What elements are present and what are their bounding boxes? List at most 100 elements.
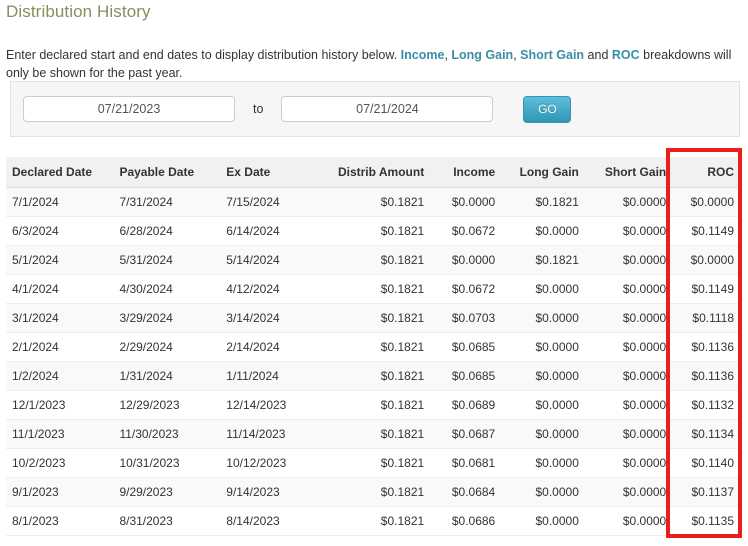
to-label: to <box>253 102 264 116</box>
table-head: Declared Date Payable Date Ex Date Distrib … <box>6 157 742 188</box>
cell-declared-date: 9/1/2023 <box>6 477 114 507</box>
cell-ex-date: 4/12/2024 <box>220 274 325 304</box>
table-row: 5/1/2024 5/31/2024 5/14/2024 $0.1821 $0.0000… <box>6 245 742 275</box>
cell-long-gain: $0.0000 <box>503 477 587 507</box>
page-title: Distribution History <box>6 2 151 21</box>
cell-long-gain: $0.1821 <box>503 245 587 275</box>
cell-long-gain: $0.0000 <box>503 506 587 536</box>
end-date-input[interactable] <box>281 96 494 122</box>
cell-declared-date: 10/2/2023 <box>6 448 114 478</box>
cell-short-gain: $0.0000 <box>586 216 675 246</box>
cell-declared-date: 11/1/2023 <box>6 419 114 449</box>
cell-income: $0.0689 <box>432 390 504 420</box>
table-row: 6/3/2024 6/28/2024 6/14/2024 $0.1821 $0.0672… <box>6 216 742 246</box>
cell-income: $0.0685 <box>432 332 504 362</box>
cell-payable-date: 10/31/2023 <box>113 448 221 478</box>
column-header-short-gain: Short Gain <box>586 157 675 188</box>
cell-long-gain: $0.0000 <box>503 303 587 333</box>
column-header-payable-date: Payable Date <box>113 157 221 188</box>
cell-short-gain: $0.0000 <box>586 361 675 391</box>
table-row: 2/1/2024 2/29/2024 2/14/2024 $0.1821 $0.0685… <box>6 332 742 362</box>
cell-payable-date: 2/29/2024 <box>113 332 221 362</box>
link-short-gain[interactable]: Short Gain <box>520 48 584 62</box>
cell-long-gain: $0.0000 <box>503 274 587 304</box>
cell-distrib-amount: $0.1821 <box>324 506 433 536</box>
distribution-table-container: Declared Date Payable Date Ex Date Distrib … <box>6 157 742 536</box>
cell-short-gain: $0.0000 <box>586 187 675 217</box>
distribution-history-page: Distribution History Enter declared star… <box>0 0 748 546</box>
cell-declared-date: 5/1/2024 <box>6 245 114 275</box>
cell-payable-date: 3/29/2024 <box>113 303 221 333</box>
cell-distrib-amount: $0.1821 <box>324 419 433 449</box>
cell-distrib-amount: $0.1821 <box>324 245 433 275</box>
table-row: 3/1/2024 3/29/2024 3/14/2024 $0.1821 $0.0703… <box>6 303 742 333</box>
intro-text-before: Enter declared start and end dates to di… <box>6 47 401 62</box>
cell-short-gain: $0.0000 <box>586 303 675 333</box>
cell-payable-date: 5/31/2024 <box>113 245 221 275</box>
cell-ex-date: 5/14/2024 <box>220 245 325 275</box>
link-long-gain[interactable]: Long Gain <box>451 48 513 62</box>
cell-payable-date: 1/31/2024 <box>113 361 221 391</box>
cell-long-gain: $0.0000 <box>503 390 587 420</box>
cell-short-gain: $0.0000 <box>586 419 675 449</box>
link-roc[interactable]: ROC <box>612 48 640 62</box>
cell-income: $0.0687 <box>432 419 504 449</box>
cell-payable-date: 8/31/2023 <box>113 506 221 536</box>
cell-distrib-amount: $0.1821 <box>324 390 433 420</box>
cell-distrib-amount: $0.1821 <box>324 274 433 304</box>
cell-ex-date: 8/14/2023 <box>220 506 325 536</box>
cell-long-gain: $0.0000 <box>503 419 587 449</box>
table-row: 4/1/2024 4/30/2024 4/12/2024 $0.1821 $0.0672… <box>6 274 742 304</box>
table-row: 11/1/2023 11/30/2023 11/14/2023 $0.1821 $0.0… <box>6 419 742 449</box>
cell-ex-date: 12/14/2023 <box>220 390 325 420</box>
cell-declared-date: 2/1/2024 <box>6 332 114 362</box>
link-income[interactable]: Income <box>401 48 445 62</box>
intro-paragraph: Enter declared start and end dates to di… <box>6 46 742 82</box>
cell-ex-date: 3/14/2024 <box>220 303 325 333</box>
cell-ex-date: 6/14/2024 <box>220 216 325 246</box>
cell-declared-date: 12/1/2023 <box>6 390 114 420</box>
cell-income: $0.0684 <box>432 477 504 507</box>
column-header-roc: ROC <box>674 157 742 188</box>
cell-payable-date: 12/29/2023 <box>113 390 221 420</box>
cell-roc: $0.1135 <box>674 506 742 536</box>
cell-long-gain: $0.1821 <box>503 187 587 217</box>
cell-declared-date: 6/3/2024 <box>6 216 114 246</box>
cell-short-gain: $0.0000 <box>586 477 675 507</box>
cell-short-gain: $0.0000 <box>586 245 675 275</box>
cell-short-gain: $0.0000 <box>586 448 675 478</box>
table-row: 7/1/2024 7/31/2024 7/15/2024 $0.1821 $0.0000… <box>6 187 742 217</box>
cell-roc: $0.1136 <box>674 361 742 391</box>
table-row: 12/1/2023 12/29/2023 12/14/2023 $0.1821 $0.0… <box>6 390 742 420</box>
go-button[interactable]: GO <box>523 95 572 123</box>
cell-short-gain: $0.0000 <box>586 332 675 362</box>
cell-roc: $0.1134 <box>674 419 742 449</box>
column-header-income: Income <box>432 157 504 188</box>
cell-long-gain: $0.0000 <box>503 332 587 362</box>
cell-ex-date: 2/14/2024 <box>220 332 325 362</box>
table-row: 9/1/2023 9/29/2023 9/14/2023 $0.1821 $0.0684… <box>6 477 742 507</box>
cell-declared-date: 7/1/2024 <box>6 187 114 217</box>
distribution-table: Declared Date Payable Date Ex Date Distrib … <box>6 157 742 536</box>
cell-long-gain: $0.0000 <box>503 448 587 478</box>
cell-ex-date: 11/14/2023 <box>220 419 325 449</box>
start-date-input[interactable] <box>23 96 235 122</box>
cell-ex-date: 10/12/2023 <box>220 448 325 478</box>
cell-ex-date: 7/15/2024 <box>220 187 325 217</box>
cell-roc: $0.1149 <box>674 216 742 246</box>
cell-income: $0.0000 <box>432 245 504 275</box>
cell-short-gain: $0.0000 <box>586 390 675 420</box>
cell-roc: $0.1140 <box>674 448 742 478</box>
table-header-row: Declared Date Payable Date Ex Date Distrib … <box>6 157 742 188</box>
cell-roc: $0.1118 <box>674 303 742 333</box>
cell-distrib-amount: $0.1821 <box>324 216 433 246</box>
cell-declared-date: 1/2/2024 <box>6 361 114 391</box>
cell-long-gain: $0.0000 <box>503 216 587 246</box>
cell-roc: $0.1136 <box>674 332 742 362</box>
column-header-long-gain: Long Gain <box>503 157 587 188</box>
date-filter-row: to GO <box>11 82 739 136</box>
table-row: 8/1/2023 8/31/2023 8/14/2023 $0.1821 $0.0686… <box>6 506 742 536</box>
cell-income: $0.0703 <box>432 303 504 333</box>
cell-income: $0.0672 <box>432 274 504 304</box>
cell-declared-date: 4/1/2024 <box>6 274 114 304</box>
